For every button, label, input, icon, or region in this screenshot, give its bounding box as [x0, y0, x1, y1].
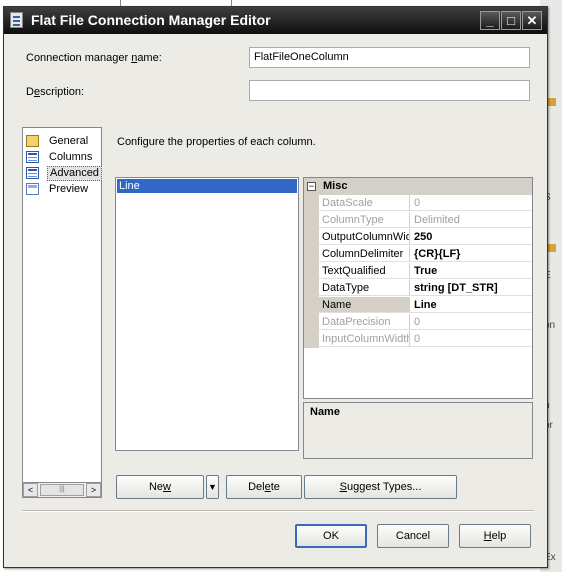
page-navigation: General Columns Advanced Preview — [22, 127, 102, 485]
property-name: ColumnDelimiter — [319, 246, 410, 262]
property-value[interactable]: string [DT_STR] — [410, 280, 532, 296]
app-icon — [10, 12, 23, 28]
row-gutter — [304, 297, 319, 314]
suggest-types-button[interactable]: Suggest Types... — [304, 475, 457, 499]
property-value[interactable]: 0 — [410, 331, 532, 347]
flat-file-connection-manager-dialog: Flat File Connection Manager Editor _ □ … — [3, 6, 548, 568]
property-row-datatype[interactable]: DataType string [DT_STR] — [304, 280, 532, 297]
property-value[interactable]: 0 — [410, 195, 532, 211]
instruction-text: Configure the properties of each column. — [117, 136, 316, 148]
property-name: InputColumnWidth — [319, 331, 410, 347]
nav-item-label: Columns — [49, 151, 93, 163]
new-button[interactable]: New — [116, 475, 204, 499]
property-value[interactable]: Line — [410, 297, 532, 313]
property-name: TextQualified — [319, 263, 410, 279]
maximize-button[interactable]: □ — [501, 11, 521, 30]
connection-name-input[interactable]: FlatFileOneColumn — [249, 47, 530, 68]
description-input[interactable] — [249, 80, 530, 101]
advanced-icon — [26, 167, 39, 179]
scroll-thumb[interactable]: ||| — [40, 484, 84, 496]
property-row-columndelimiter[interactable]: ColumnDelimiter {CR}{LF} — [304, 246, 532, 263]
window-title: Flat File Connection Manager Editor — [31, 12, 271, 28]
category-name: Misc — [323, 180, 348, 192]
description-label: Description: — [26, 86, 85, 98]
property-value[interactable]: 250 — [410, 229, 532, 245]
background-icon — [548, 98, 556, 106]
background-icon — [548, 244, 556, 252]
property-row-outputcolumnwidth[interactable]: OutputColumnWidth 250 — [304, 229, 532, 246]
collapse-icon[interactable]: − — [307, 182, 316, 191]
list-item[interactable]: Line — [117, 179, 297, 193]
preview-icon — [26, 183, 39, 195]
nav-item-label: Advanced — [47, 166, 102, 181]
property-row-columntype[interactable]: ColumnType Delimited — [304, 212, 532, 229]
connection-name-label: Connection manager name: — [26, 52, 162, 64]
property-row-datascale[interactable]: DataScale 0 — [304, 195, 532, 212]
property-value[interactable]: {CR}{LF} — [410, 246, 532, 262]
category-misc[interactable]: − Misc — [304, 178, 532, 195]
row-gutter — [304, 246, 319, 263]
property-value[interactable]: 0 — [410, 314, 532, 330]
ok-button[interactable]: OK — [295, 524, 367, 548]
property-row-dataprecision[interactable]: DataPrecision 0 — [304, 314, 532, 331]
property-value[interactable]: Delimited — [410, 212, 532, 228]
row-gutter — [304, 229, 319, 246]
property-description: Name — [303, 402, 533, 459]
scroll-left-button[interactable]: < — [23, 483, 38, 497]
close-button[interactable]: ✕ — [522, 11, 542, 30]
general-icon — [26, 135, 39, 147]
columns-icon — [26, 151, 39, 163]
property-row-inputcolumnwidth[interactable]: InputColumnWidth 0 — [304, 331, 532, 348]
property-value[interactable]: True — [410, 263, 532, 279]
row-gutter — [304, 195, 319, 212]
property-row-name[interactable]: Name Line — [304, 297, 532, 314]
property-grid[interactable]: − Misc DataScale 0 ColumnType Delimited … — [303, 177, 533, 399]
new-dropdown-button[interactable]: ▼ — [206, 475, 219, 499]
row-gutter — [304, 331, 319, 348]
row-gutter — [304, 280, 319, 297]
scroll-right-button[interactable]: > — [86, 483, 101, 497]
navigation-scrollbar[interactable]: < ||| > — [22, 482, 102, 498]
property-name: OutputColumnWidth — [319, 229, 410, 245]
column-list[interactable]: Line — [115, 177, 299, 451]
nav-item-label: General — [49, 135, 89, 147]
title-bar[interactable]: Flat File Connection Manager Editor _ □ … — [4, 7, 547, 34]
property-name: DataScale — [319, 195, 410, 211]
property-name: Name — [319, 297, 410, 313]
cancel-button[interactable]: Cancel — [377, 524, 449, 548]
property-row-textqualified[interactable]: TextQualified True — [304, 263, 532, 280]
row-gutter — [304, 263, 319, 280]
property-name: DataPrecision — [319, 314, 410, 330]
nav-item-label: Preview — [49, 183, 89, 195]
delete-button[interactable]: Delete — [226, 475, 302, 499]
row-gutter — [304, 212, 319, 229]
row-gutter — [304, 314, 319, 331]
help-button[interactable]: Help — [459, 524, 531, 548]
divider — [22, 510, 534, 512]
minimize-button[interactable]: _ — [480, 11, 500, 30]
property-name: DataType — [319, 280, 410, 296]
property-name: ColumnType — [319, 212, 410, 228]
